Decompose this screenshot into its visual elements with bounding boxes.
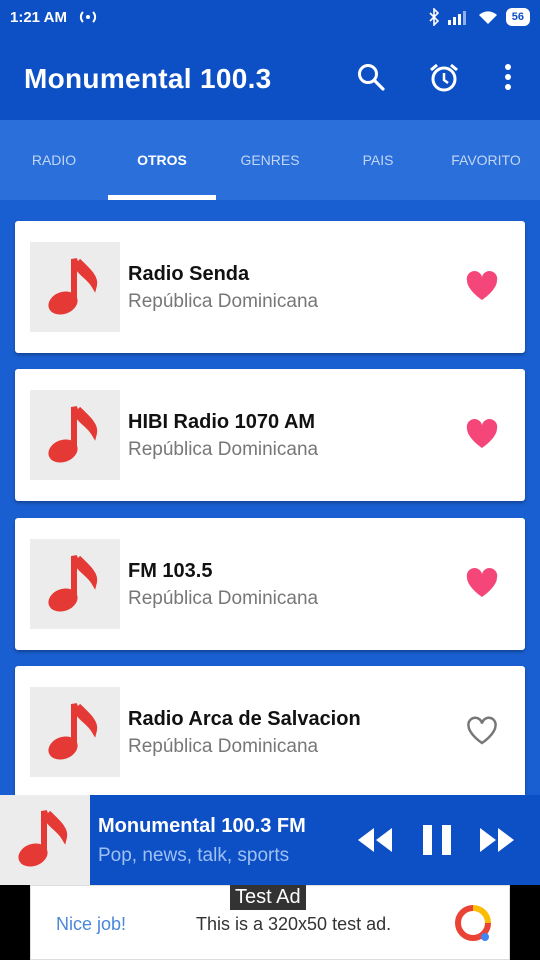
search-icon[interactable] xyxy=(356,62,386,92)
tab-pais[interactable]: PAIS xyxy=(324,120,432,200)
music-note-icon xyxy=(48,554,98,612)
ad-label: Test Ad xyxy=(230,885,306,910)
station-card[interactable]: HIBI Radio 1070 AM República Dominicana xyxy=(15,369,525,501)
ad-nice-text: Nice job! xyxy=(56,914,127,934)
tab-bar: RADIO OTROS GENRES PAIS FAVORITO xyxy=(0,120,540,200)
station-country: República Dominicana xyxy=(128,439,319,460)
station-card[interactable]: Radio Senda República Dominicana xyxy=(15,221,525,353)
fast-forward-icon[interactable] xyxy=(478,821,516,864)
bluetooth-icon xyxy=(429,8,439,26)
favorite-heart-outline-icon[interactable] xyxy=(466,716,498,751)
now-playing-subtitle: Pop, news, talk, sports xyxy=(98,845,290,866)
favorite-heart-icon[interactable] xyxy=(466,419,498,454)
station-thumbnail xyxy=(30,539,120,629)
now-playing-thumbnail xyxy=(0,795,90,885)
tab-radio[interactable]: RADIO xyxy=(0,120,108,200)
rewind-icon[interactable] xyxy=(356,821,394,864)
battery-icon: 56 xyxy=(505,8,530,26)
wifi-icon xyxy=(478,11,497,24)
station-country: República Dominicana xyxy=(128,736,319,757)
tab-otros-label: OTROS xyxy=(137,152,187,168)
alarm-icon[interactable] xyxy=(428,62,458,92)
station-thumbnail xyxy=(30,390,120,480)
now-playing-title: Monumental 100.3 FM xyxy=(98,815,306,837)
music-note-icon xyxy=(18,809,68,867)
ad-logo-icon xyxy=(454,904,492,949)
status-bar: 1:21 AM 56 xyxy=(0,0,540,36)
status-time: 1:21 AM xyxy=(10,9,67,26)
music-note-icon xyxy=(48,702,98,760)
signal-icon xyxy=(447,11,466,25)
station-card[interactable]: FM 103.5 República Dominicana xyxy=(15,518,525,650)
ad-text: This is a 320x50 test ad. xyxy=(196,914,392,934)
tab-favorito[interactable]: FAVORITO xyxy=(432,120,540,200)
favorite-heart-icon[interactable] xyxy=(466,568,498,603)
app-bar: Monumental 100.3 xyxy=(0,36,540,120)
station-country: República Dominicana xyxy=(128,291,319,312)
station-name: Radio Arca de Salvacion xyxy=(128,708,361,730)
hotspot-icon xyxy=(78,8,98,30)
station-name: Radio Senda xyxy=(128,263,250,285)
music-note-icon xyxy=(48,257,98,315)
station-card[interactable]: Radio Arca de Salvacion República Domini… xyxy=(15,666,525,795)
station-name: HIBI Radio 1070 AM xyxy=(128,411,316,433)
more-vert-icon[interactable] xyxy=(493,62,523,92)
station-country: República Dominicana xyxy=(128,588,319,609)
station-list[interactable]: Radio Senda República Dominicana HIBI Ra… xyxy=(0,200,540,795)
tab-genres[interactable]: GENRES xyxy=(216,120,324,200)
station-thumbnail xyxy=(30,687,120,777)
music-note-icon xyxy=(48,405,98,463)
station-thumbnail xyxy=(30,242,120,332)
favorite-heart-icon[interactable] xyxy=(466,271,498,306)
app-title: Monumental 100.3 xyxy=(24,63,272,94)
now-playing-bar[interactable]: Monumental 100.3 FM Pop, news, talk, spo… xyxy=(0,795,540,885)
pause-icon[interactable] xyxy=(420,821,454,864)
station-name: FM 103.5 xyxy=(128,560,213,582)
tab-otros[interactable]: OTROS xyxy=(108,120,216,200)
